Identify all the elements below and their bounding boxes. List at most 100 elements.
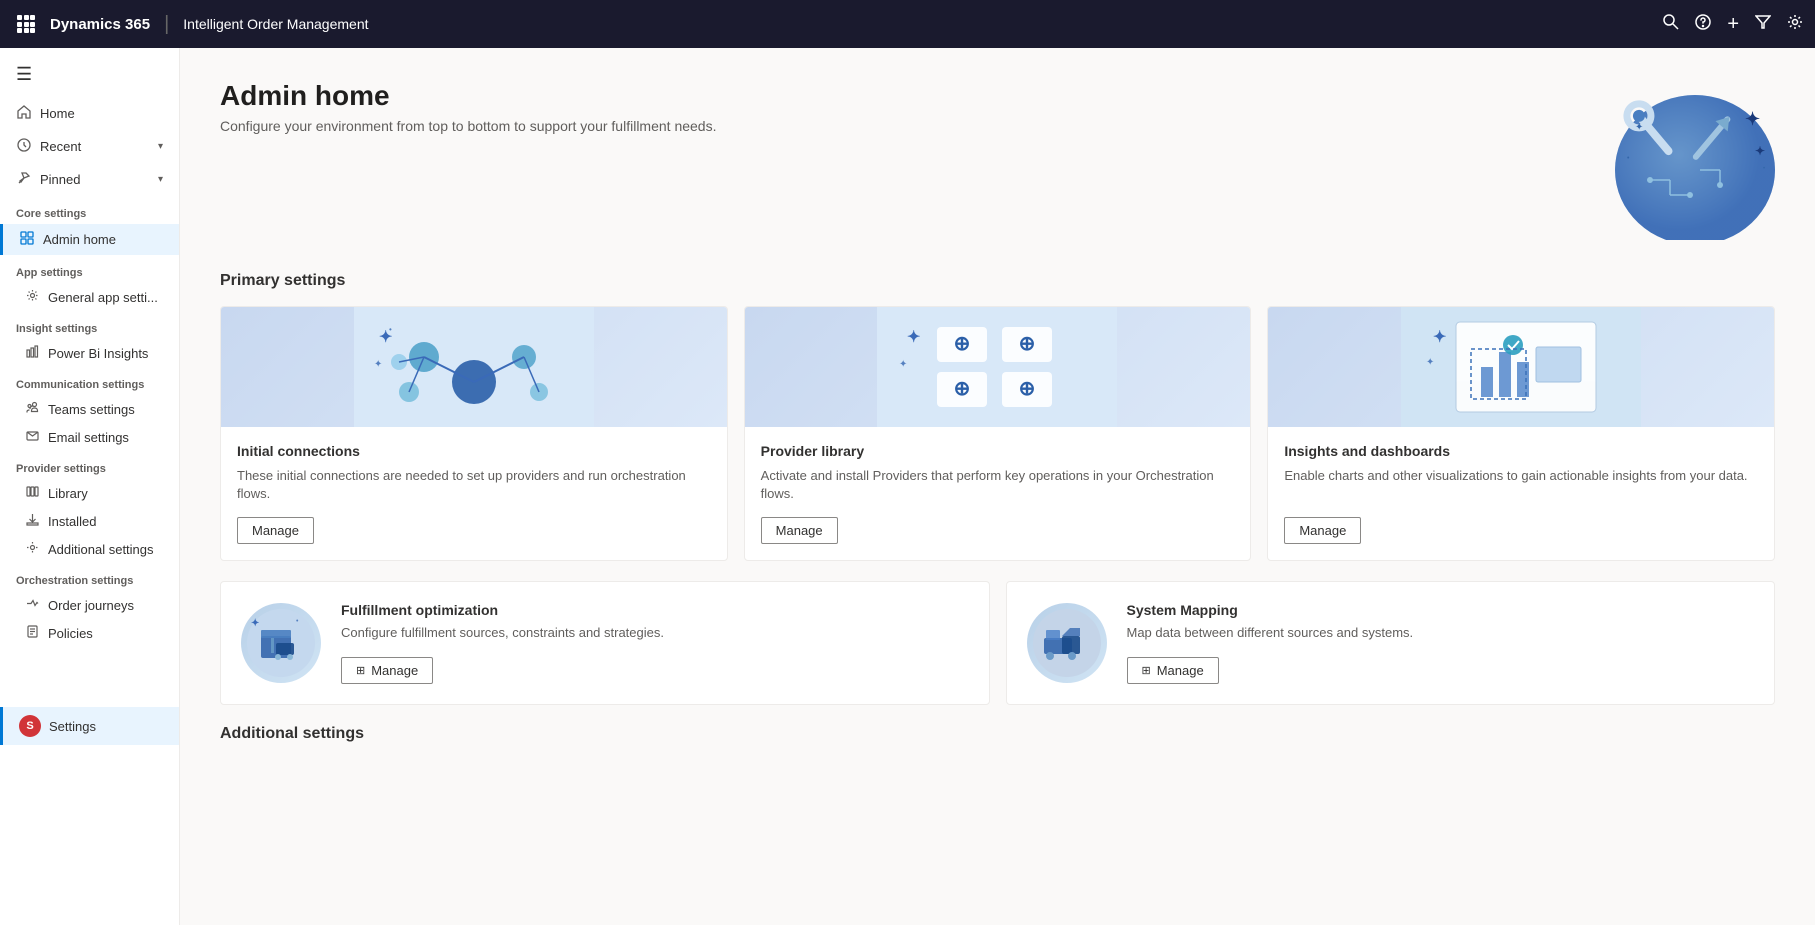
settings-avatar: S bbox=[19, 715, 41, 737]
sidebar-item-recent-label: Recent bbox=[40, 139, 81, 154]
sidebar-item-policies[interactable]: Policies bbox=[0, 619, 179, 647]
sidebar-item-admin-home-label: Admin home bbox=[43, 232, 116, 247]
sidebar-item-order-journeys-label: Order journeys bbox=[48, 598, 134, 613]
filter-icon[interactable] bbox=[1755, 14, 1771, 35]
sidebar-item-order-journeys[interactable]: Order journeys bbox=[0, 591, 179, 619]
sidebar-item-settings[interactable]: S Settings bbox=[0, 707, 179, 745]
card-manage-btn-provider[interactable]: Manage bbox=[761, 517, 838, 544]
svg-text:✦: ✦ bbox=[251, 618, 259, 629]
section-orchestration-settings: Orchestration settings bbox=[0, 563, 179, 591]
card-title-connections: Initial connections bbox=[237, 443, 711, 459]
card-wide-desc-system-mapping: Map data between different sources and s… bbox=[1127, 624, 1755, 642]
card-body-provider: Provider library Activate and install Pr… bbox=[745, 427, 1251, 560]
installed-icon bbox=[24, 513, 40, 529]
admin-home-icon bbox=[19, 231, 35, 248]
card-manage-btn-insights[interactable]: Manage bbox=[1284, 517, 1361, 544]
card-wide-desc-fulfillment: Configure fulfillment sources, constrain… bbox=[341, 624, 969, 642]
sidebar-item-email[interactable]: Email settings bbox=[0, 423, 179, 451]
card-title-insights: Insights and dashboards bbox=[1284, 443, 1758, 459]
card-fulfillment: ✦ • Fulfillment optimization Configure f… bbox=[220, 581, 990, 704]
svg-text:•: • bbox=[1763, 166, 1765, 172]
settings-icon[interactable] bbox=[1787, 14, 1803, 35]
pinned-icon bbox=[16, 171, 32, 188]
library-icon bbox=[24, 485, 40, 501]
page-title: Admin home bbox=[220, 80, 716, 112]
card-wide-btn-system-mapping[interactable]: ⊞ Manage bbox=[1127, 657, 1219, 684]
card-image-connections: ✦ ✦ • bbox=[221, 307, 727, 427]
sidebar-item-pinned-label: Pinned bbox=[40, 172, 80, 187]
sidebar-item-general-app[interactable]: General app setti... bbox=[0, 283, 179, 311]
policies-icon bbox=[24, 625, 40, 641]
card-image-insights: ✦ ✦ bbox=[1268, 307, 1774, 427]
svg-text:⊕: ⊕ bbox=[1019, 333, 1036, 355]
card-provider-library: ⊕ ⊕ ⊕ ⊕ ✦ ✦ Provider library Activate a bbox=[744, 306, 1252, 561]
manage-icon-fulfillment: ⊞ bbox=[356, 664, 365, 677]
svg-text:✦: ✦ bbox=[1755, 144, 1765, 158]
power-bi-icon bbox=[24, 345, 40, 361]
svg-text:✦: ✦ bbox=[1433, 329, 1446, 346]
sidebar-item-power-bi[interactable]: Power Bi Insights bbox=[0, 339, 179, 367]
sidebar-item-power-bi-label: Power Bi Insights bbox=[48, 346, 148, 361]
sidebar-item-admin-home[interactable]: Admin home bbox=[0, 224, 179, 255]
topbar: Dynamics 365 | Intelligent Order Managem… bbox=[0, 0, 1815, 48]
sidebar-item-teams[interactable]: Teams settings bbox=[0, 395, 179, 423]
sidebar-item-email-label: Email settings bbox=[48, 430, 129, 445]
primary-settings-title: Primary settings bbox=[220, 272, 1775, 290]
section-insight-settings: Insight settings bbox=[0, 311, 179, 339]
card-insights-dashboards: ✦ ✦ Insights and dashboards Enable chart… bbox=[1267, 306, 1775, 561]
topbar-actions: + bbox=[1663, 13, 1803, 36]
card-system-mapping-icon bbox=[1027, 603, 1107, 683]
card-body-connections: Initial connections These initial connec… bbox=[221, 427, 727, 560]
wide-cards-grid: ✦ • Fulfillment optimization Configure f… bbox=[220, 581, 1775, 704]
card-system-mapping: System Mapping Map data between differen… bbox=[1006, 581, 1776, 704]
sidebar-item-recent[interactable]: Recent ▾ bbox=[0, 130, 179, 163]
help-icon[interactable] bbox=[1695, 14, 1711, 35]
card-initial-connections: ✦ ✦ • Initial connections These initial … bbox=[220, 306, 728, 561]
svg-text:✦: ✦ bbox=[1635, 122, 1643, 133]
svg-text:⊕: ⊕ bbox=[954, 333, 971, 355]
add-icon[interactable]: + bbox=[1727, 13, 1739, 36]
manage-label-system-mapping: Manage bbox=[1157, 663, 1204, 678]
manage-label-connections: Manage bbox=[252, 523, 299, 538]
teams-icon bbox=[24, 401, 40, 417]
card-wide-btn-fulfillment[interactable]: ⊞ Manage bbox=[341, 657, 433, 684]
sidebar: ☰ Home Recent ▾ bbox=[0, 48, 180, 925]
main-layout: ☰ Home Recent ▾ bbox=[0, 48, 1815, 925]
manage-label-insights: Manage bbox=[1299, 523, 1346, 538]
brand-name: Dynamics 365 bbox=[50, 16, 150, 33]
sidebar-item-teams-label: Teams settings bbox=[48, 402, 135, 417]
svg-text:⊕: ⊕ bbox=[1019, 378, 1036, 400]
sidebar-hamburger[interactable]: ☰ bbox=[0, 56, 179, 97]
sidebar-item-home[interactable]: Home bbox=[0, 97, 179, 130]
content-header: Admin home Configure your environment fr… bbox=[220, 80, 1775, 240]
grid-icon[interactable] bbox=[12, 10, 40, 38]
recent-chevron: ▾ bbox=[158, 141, 163, 152]
card-desc-insights: Enable charts and other visualizations t… bbox=[1284, 467, 1758, 503]
card-manage-btn-connections[interactable]: Manage bbox=[237, 517, 314, 544]
card-title-provider: Provider library bbox=[761, 443, 1235, 459]
svg-text:•: • bbox=[389, 325, 392, 334]
section-core-settings: Core settings bbox=[0, 196, 179, 224]
content-area: Admin home Configure your environment fr… bbox=[180, 48, 1815, 925]
search-icon[interactable] bbox=[1663, 14, 1679, 35]
sidebar-item-installed[interactable]: Installed bbox=[0, 507, 179, 535]
additional-settings-title: Additional settings bbox=[220, 725, 1775, 743]
sidebar-item-additional[interactable]: Additional settings bbox=[0, 535, 179, 563]
card-desc-connections: These initial connections are needed to … bbox=[237, 467, 711, 503]
manage-label-provider: Manage bbox=[776, 523, 823, 538]
section-communication-settings: Communication settings bbox=[0, 367, 179, 395]
svg-text:✦: ✦ bbox=[1745, 109, 1760, 129]
sidebar-item-policies-label: Policies bbox=[48, 626, 93, 641]
section-provider-settings: Provider settings bbox=[0, 451, 179, 479]
additional-icon bbox=[24, 541, 40, 557]
primary-cards-grid: ✦ ✦ • Initial connections These initial … bbox=[220, 306, 1775, 561]
page-subtitle: Configure your environment from top to b… bbox=[220, 118, 716, 134]
svg-text:✦: ✦ bbox=[907, 329, 920, 346]
sidebar-item-pinned[interactable]: Pinned ▾ bbox=[0, 163, 179, 196]
card-wide-title-system-mapping: System Mapping bbox=[1127, 602, 1755, 618]
sidebar-item-library[interactable]: Library bbox=[0, 479, 179, 507]
home-icon bbox=[16, 105, 32, 122]
brand-divider: | bbox=[164, 13, 169, 36]
svg-text:✦: ✦ bbox=[374, 359, 382, 370]
svg-text:✦: ✦ bbox=[899, 359, 907, 370]
